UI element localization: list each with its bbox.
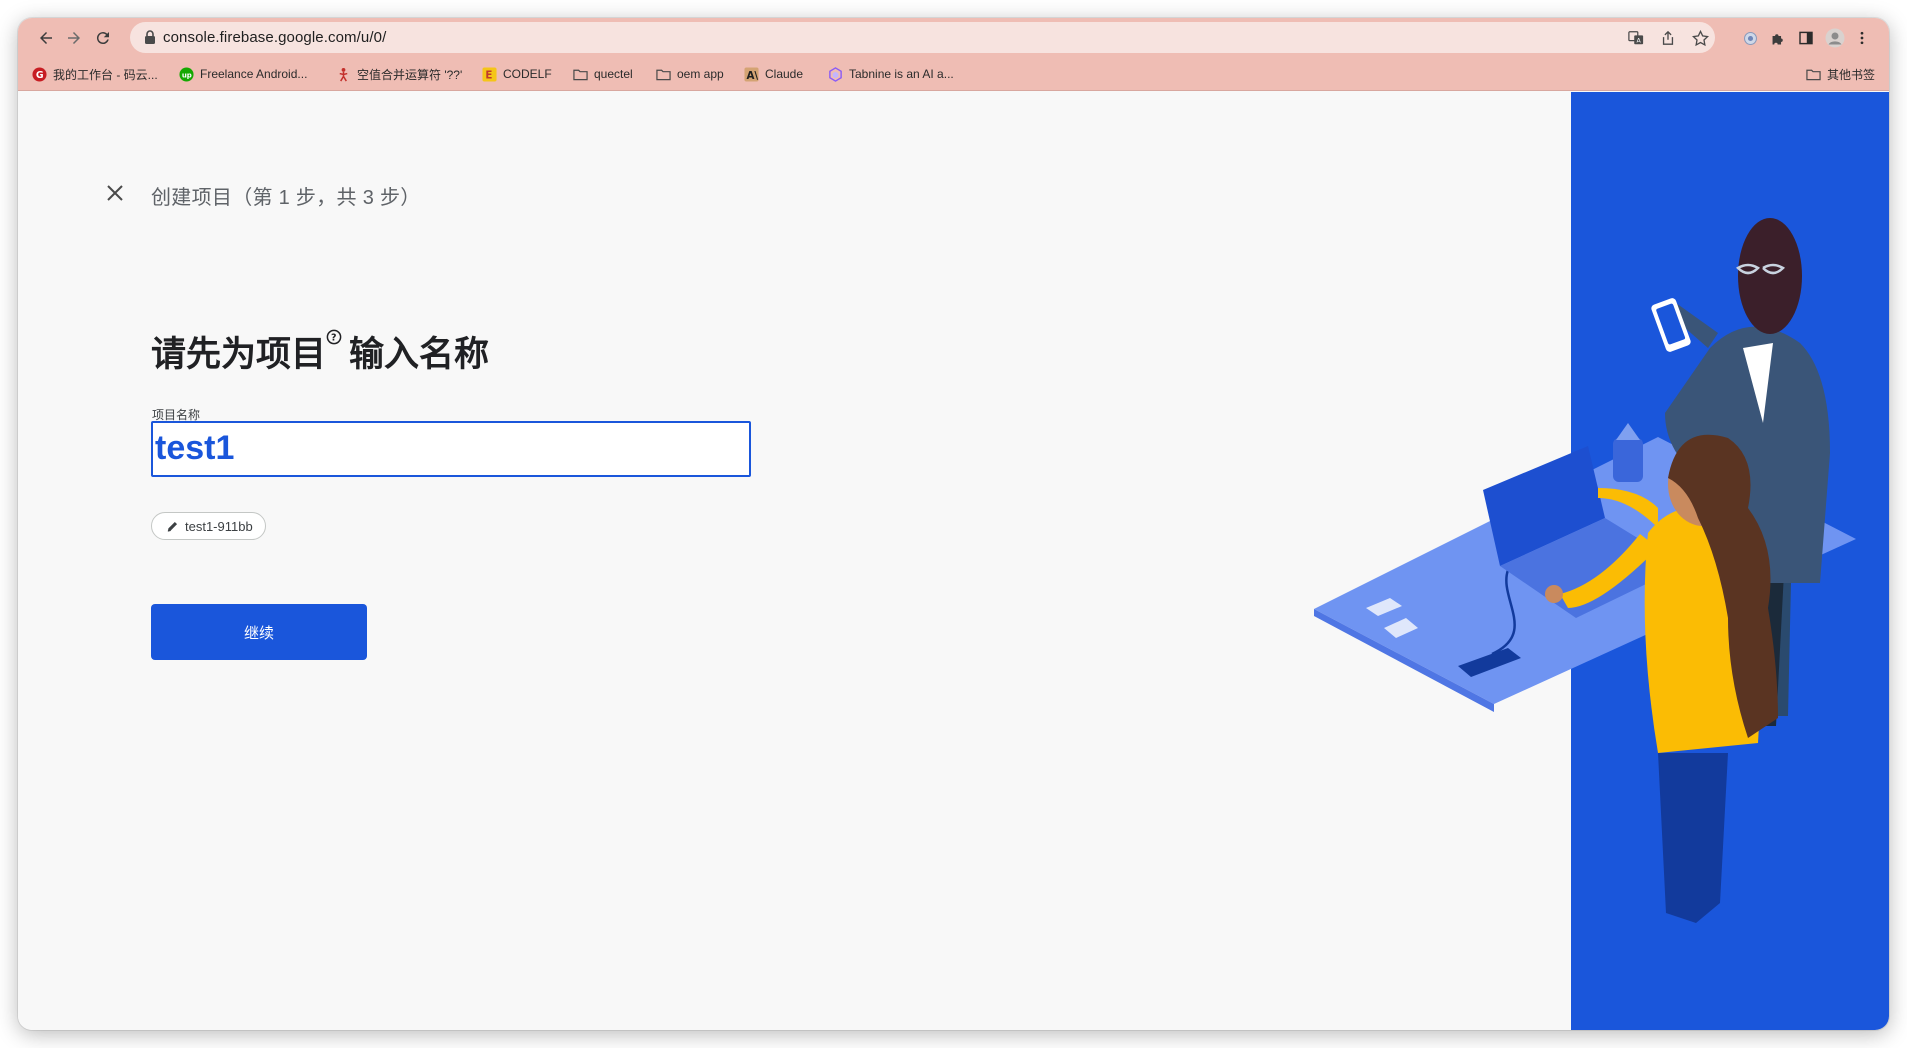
translate-icon[interactable]: A — [1627, 29, 1645, 47]
svg-text:up: up — [182, 70, 192, 79]
project-name-input[interactable]: test1 — [151, 421, 751, 477]
url-text: console.firebase.google.com/u/0/ — [163, 29, 387, 46]
bookmark-star-icon[interactable] — [1691, 29, 1709, 47]
browser-toolbar: console.firebase.google.com/u/0/ A — [18, 18, 1889, 57]
page-heading: 请先为项目 ? 输入名称 — [151, 326, 489, 377]
avatar[interactable] — [1825, 28, 1845, 48]
puzzle-icon[interactable] — [1768, 28, 1788, 48]
bookmark-freelance-android[interactable]: up Freelance Android... — [179, 65, 307, 83]
side-panel-icon[interactable] — [1796, 28, 1816, 48]
upwork-icon: up — [179, 66, 194, 82]
svg-text:?: ? — [331, 332, 337, 343]
tabnine-icon — [828, 66, 843, 82]
help-icon[interactable]: ? — [326, 329, 342, 345]
codelf-icon: E — [482, 66, 497, 82]
folder-icon — [1806, 67, 1821, 82]
svg-text:G: G — [36, 69, 44, 80]
share-icon[interactable] — [1659, 29, 1677, 47]
gitee-icon: G — [32, 66, 47, 82]
bookmark-tabnine[interactable]: Tabnine is an AI a... — [828, 65, 954, 83]
heading-text-part2: 输入名称 — [349, 335, 490, 374]
bookmarks-bar: G 我的工作台 - 码云... up Freelance Android... … — [18, 57, 1889, 91]
browser-window: console.firebase.google.com/u/0/ A G 我的工… — [18, 18, 1889, 1030]
address-bar[interactable]: console.firebase.google.com/u/0/ A — [130, 22, 1715, 53]
project-name-value: test1 — [155, 429, 235, 467]
arrow-left-icon — [40, 32, 52, 44]
bookmark-gitee[interactable]: G 我的工作台 - 码云... — [32, 65, 158, 83]
svg-text:A\: A\ — [746, 69, 758, 81]
pencil-icon — [167, 521, 178, 532]
folder-icon — [573, 67, 588, 82]
anthropic-icon: A\ — [744, 66, 759, 82]
heading-text-part1: 请先为项目 — [151, 335, 327, 374]
bookmark-oem-app[interactable]: oem app — [656, 65, 724, 83]
arrow-right-icon — [68, 32, 80, 44]
lock-icon — [145, 30, 155, 44]
step-title: 创建项目（第 1 步，共 3 步） — [151, 187, 421, 209]
create-project-panel: 创建项目（第 1 步，共 3 步） 请先为项目 ? 输入名称 项目名称 test… — [18, 92, 1571, 1030]
forward-button[interactable] — [62, 26, 86, 50]
svg-text:E: E — [485, 69, 492, 81]
bookmark-quectel[interactable]: quectel — [573, 65, 633, 83]
continue-button[interactable]: 继续 — [151, 604, 367, 660]
figure-icon — [336, 67, 351, 82]
svg-text:A: A — [1636, 37, 1641, 44]
reload-button[interactable] — [91, 26, 115, 50]
bookmark-codelf[interactable]: E CODELF — [482, 65, 552, 83]
folder-icon — [656, 67, 671, 82]
project-id-text: test1-911bb — [185, 518, 253, 534]
bookmark-nullish-operator[interactable]: 空值合并运算符 '??' — [336, 65, 462, 83]
close-icon[interactable] — [105, 183, 125, 203]
back-button[interactable] — [34, 26, 58, 50]
project-id-chip[interactable]: test1-911bb — [151, 512, 266, 540]
bookmark-claude[interactable]: A\ Claude — [744, 65, 803, 83]
reload-icon — [96, 32, 109, 45]
other-bookmarks[interactable]: 其他书签 — [1806, 65, 1875, 83]
extension-icon[interactable] — [1740, 28, 1760, 48]
browser-menu-icon[interactable] — [1852, 28, 1872, 48]
illustration-panel — [1571, 92, 1889, 1030]
